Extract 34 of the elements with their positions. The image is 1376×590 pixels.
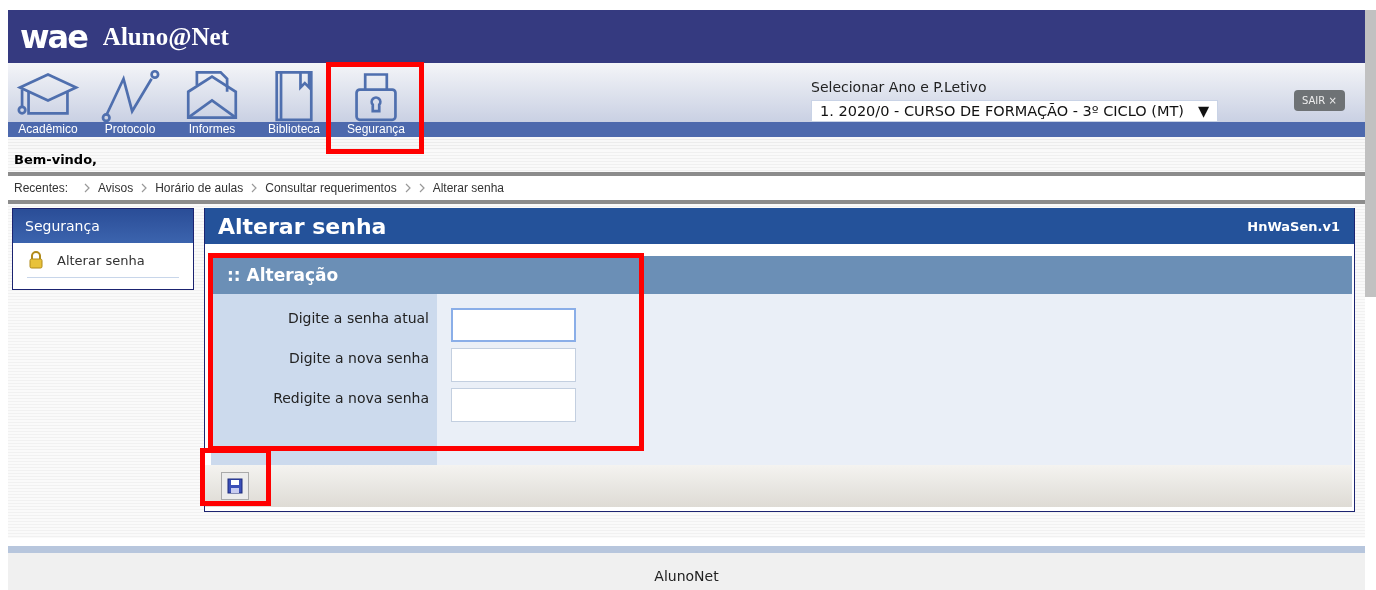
period-select[interactable]: 1. 2020/0 - CURSO DE FORMAÇÃO - 3º CICLO (MT) ▼: [811, 100, 1219, 122]
breadcrumb-link[interactable]: Consultar requerimentos: [265, 181, 397, 195]
logo: wae: [20, 17, 87, 56]
nav-item[interactable]: Protocolo: [92, 68, 168, 137]
field-label: Digite a nova senha: [289, 349, 429, 368]
sidebar-title: Segurança: [13, 209, 193, 243]
page-title: Alterar senha: [218, 213, 387, 239]
breadcrumb-label: Recentes:: [14, 181, 69, 195]
welcome-text: Bem-vindo,: [8, 150, 1365, 172]
padlock-icon: [29, 251, 43, 269]
nav-item[interactable]: Segurança: [338, 68, 414, 137]
section-title: :: Alteração: [227, 265, 339, 285]
sidebar-link[interactable]: Alterar senha: [57, 252, 145, 268]
app-title: Aluno@Net: [102, 22, 229, 51]
nav-item[interactable]: Informes: [174, 68, 250, 137]
nav-item[interactable]: Biblioteca: [256, 68, 332, 137]
password-field[interactable]: [451, 388, 576, 422]
chevron-icon: [251, 183, 258, 193]
field-label: Redigite a nova senha: [273, 389, 429, 408]
password-field[interactable]: [451, 348, 576, 382]
field-label: Digite a senha atual: [287, 309, 429, 328]
period-label: Selecionar Ano e P.Letivo: [811, 79, 988, 95]
logout-button[interactable]: SAIR ×: [1294, 90, 1345, 111]
breadcrumb-link[interactable]: Horário de aulas: [155, 181, 244, 195]
password-field[interactable]: [451, 308, 576, 342]
breadcrumb-link[interactable]: Alterar senha: [432, 181, 504, 195]
footer-text: AlunoNet: [8, 553, 1365, 590]
chevron-icon: [141, 183, 148, 193]
nav-item[interactable]: Acadêmico: [10, 68, 86, 137]
page-code: HnWaSen.v1: [1247, 218, 1340, 234]
save-button[interactable]: [221, 472, 249, 500]
scrollbar[interactable]: [1365, 10, 1376, 297]
chevron-icon: [84, 183, 91, 193]
breadcrumb-link[interactable]: Avisos: [98, 181, 134, 195]
